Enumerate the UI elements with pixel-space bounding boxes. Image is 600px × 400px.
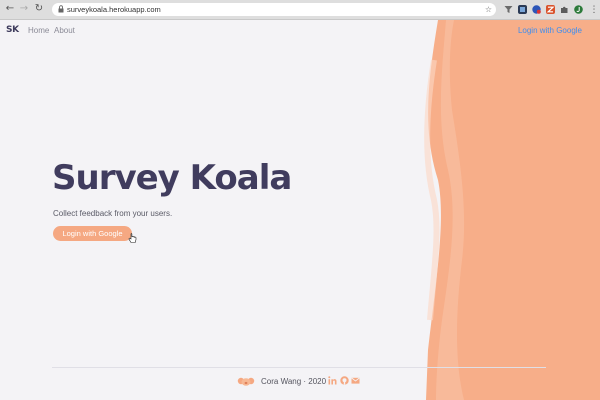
- top-navigation: SK Home About Login with Google: [0, 20, 600, 44]
- address-bar[interactable]: surveykoala.herokuapp.com ☆: [52, 3, 496, 16]
- nav-link-home[interactable]: Home: [28, 26, 49, 35]
- lock-icon: [58, 5, 64, 13]
- mail-icon[interactable]: [351, 376, 360, 385]
- linkedin-icon[interactable]: [328, 376, 337, 385]
- hand-cursor-icon: [128, 233, 137, 243]
- footer-divider: [52, 367, 546, 368]
- back-icon[interactable]: ←: [4, 2, 16, 16]
- koala-logo-icon: [237, 377, 255, 386]
- star-icon[interactable]: ☆: [485, 3, 492, 16]
- nav-link-about[interactable]: About: [54, 26, 75, 35]
- decorative-wave-panel: [424, 20, 600, 400]
- profile-avatar-icon[interactable]: [574, 5, 583, 14]
- extension-zotero-icon[interactable]: [546, 5, 555, 14]
- reload-icon[interactable]: ↻: [33, 2, 45, 16]
- extensions-puzzle-icon[interactable]: [560, 5, 569, 14]
- page: SK Home About Login with Google Survey K…: [0, 20, 600, 400]
- url-text: surveykoala.herokuapp.com: [67, 5, 161, 14]
- github-icon[interactable]: [340, 376, 349, 385]
- footer-credit: Cora Wang · 2020: [261, 377, 327, 386]
- browser-toolbar: ← → ↻ surveykoala.herokuapp.com ☆ ⋮: [0, 0, 600, 20]
- menu-kebab-icon[interactable]: ⋮: [588, 3, 600, 17]
- nav-login-google-button[interactable]: Login with Google: [518, 26, 582, 35]
- hero-subtitle: Collect feedback from your users.: [53, 209, 173, 218]
- extension-filter-icon[interactable]: [504, 5, 513, 14]
- hero-title: Survey Koala: [52, 158, 292, 198]
- brand-logo[interactable]: SK: [6, 25, 19, 35]
- extension-globe-icon[interactable]: [532, 5, 541, 14]
- hero-login-google-button[interactable]: Login with Google: [53, 226, 132, 241]
- forward-icon[interactable]: →: [18, 2, 30, 16]
- extension-grid-icon[interactable]: [518, 5, 527, 14]
